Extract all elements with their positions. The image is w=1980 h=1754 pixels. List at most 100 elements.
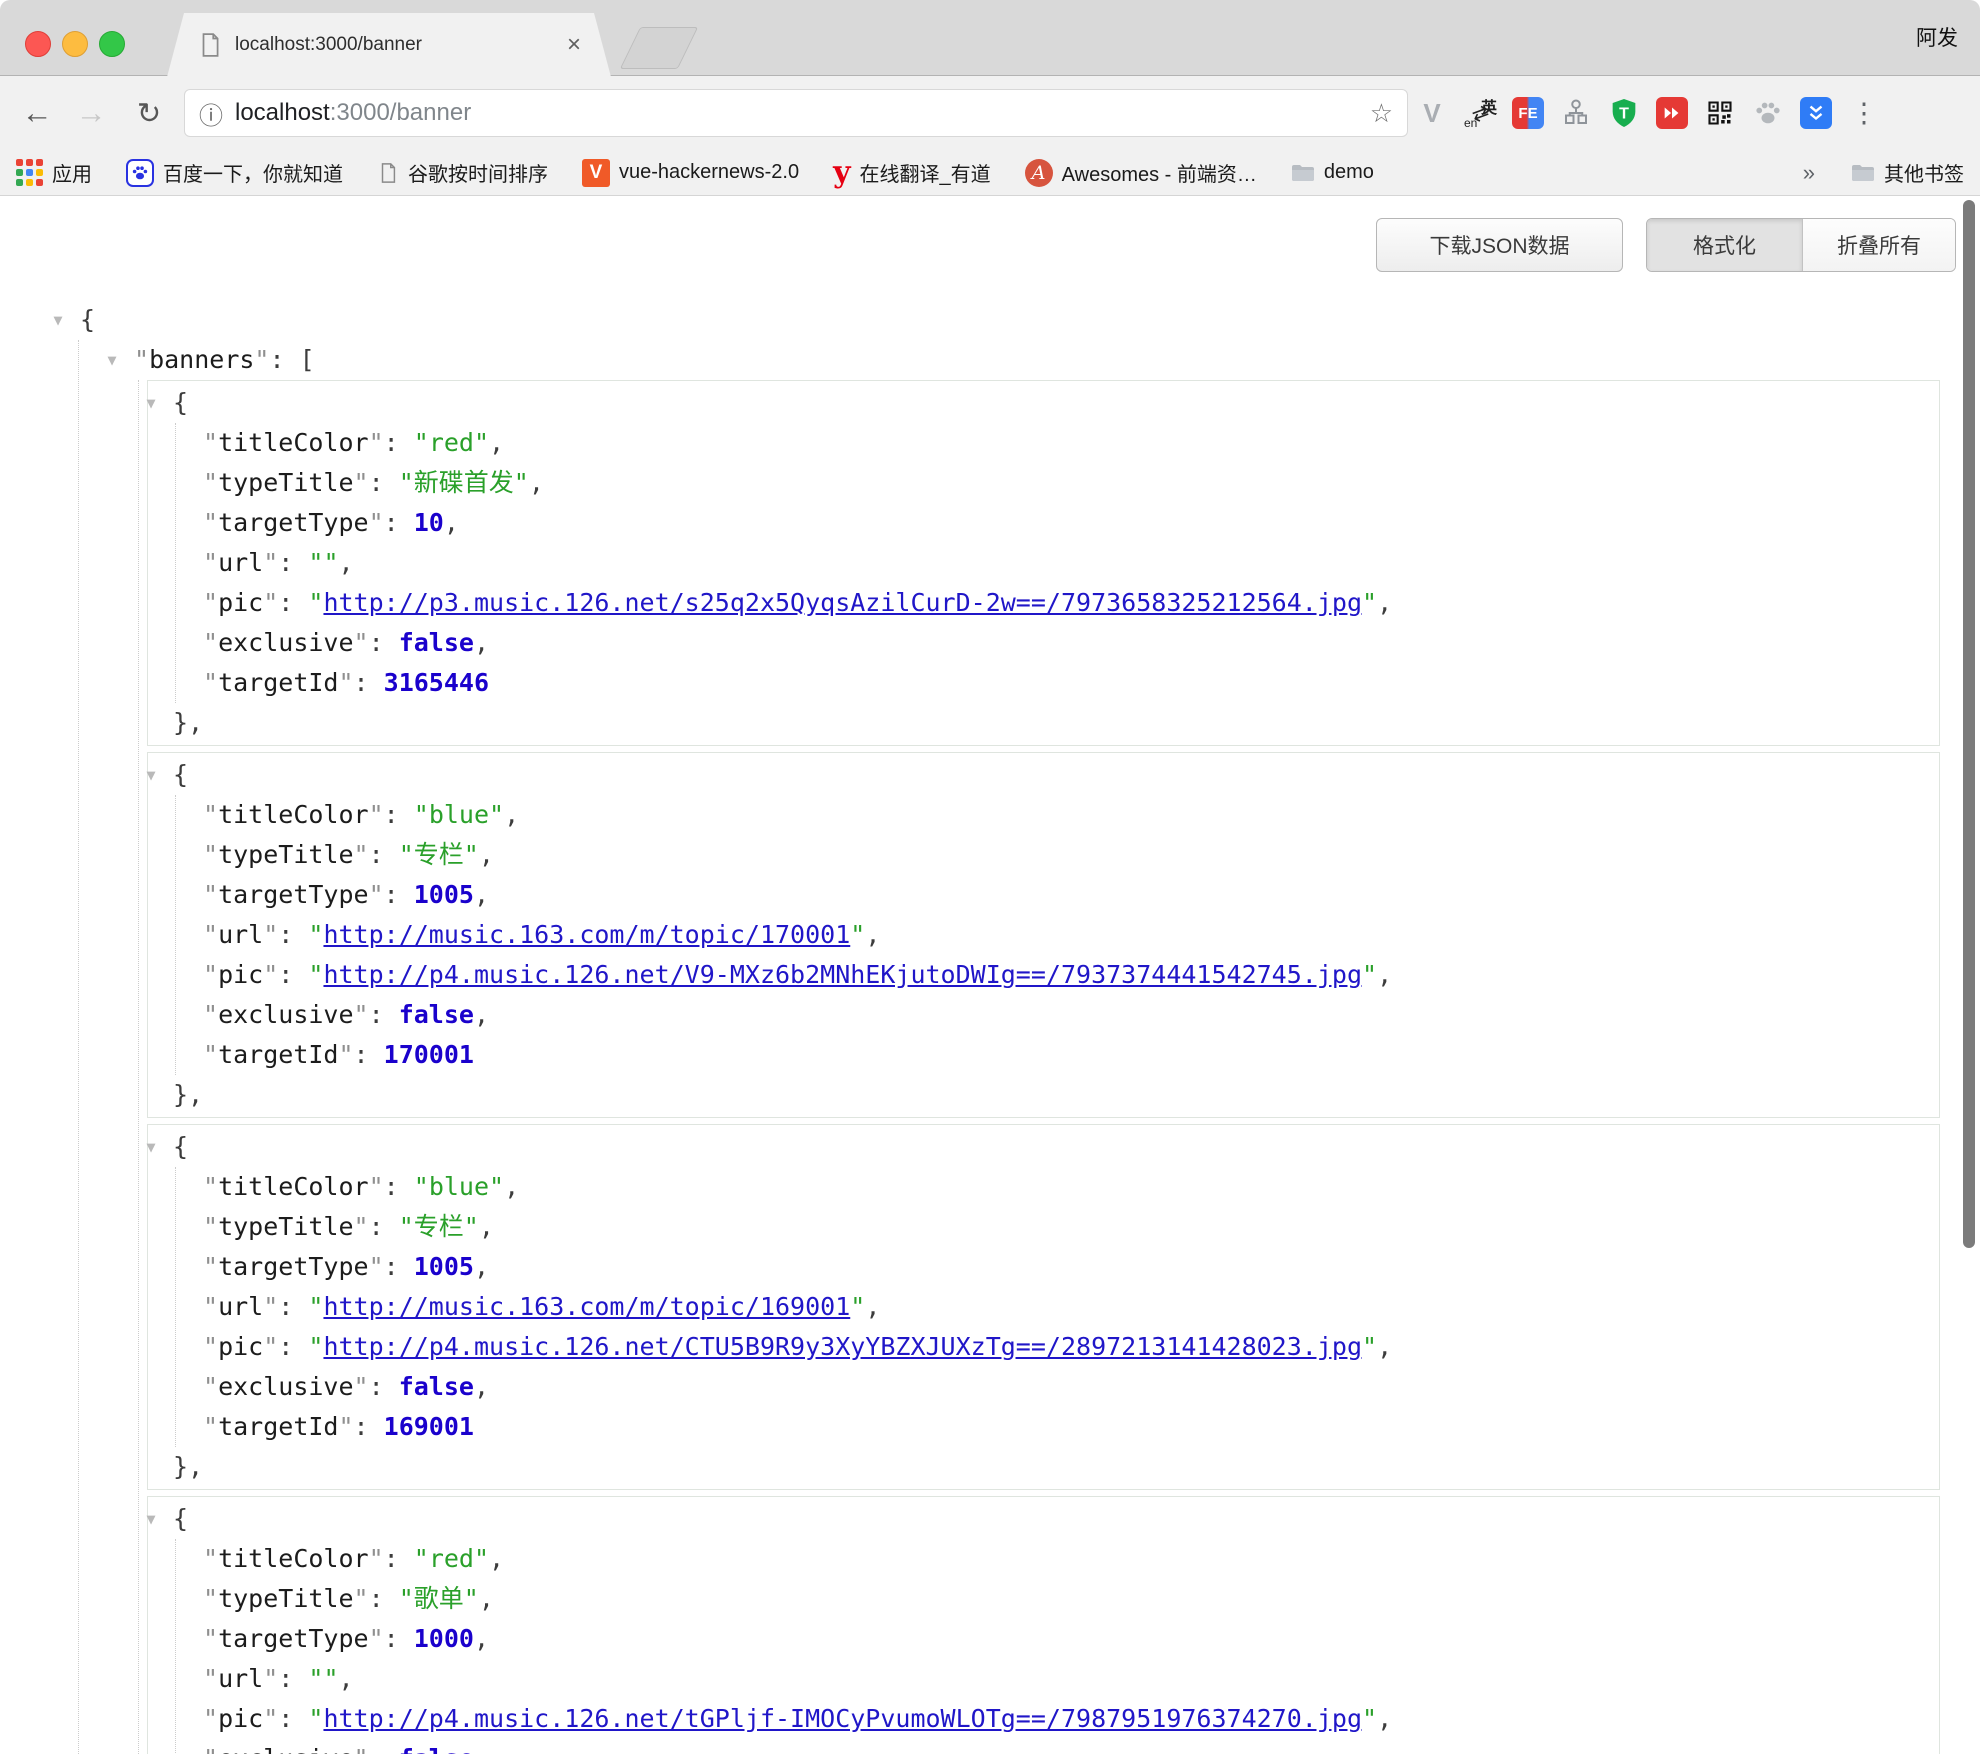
extension-fe[interactable]: FE <box>1508 90 1548 136</box>
collapse-icon[interactable] <box>100 340 124 380</box>
item-open <box>173 1499 1939 1539</box>
page-content: 下载JSON数据 格式化 折叠所有 banners titleColorred … <box>0 196 1980 1754</box>
json-key: typeTitle <box>203 1212 369 1241</box>
collapse-icon[interactable] <box>139 1127 163 1167</box>
page-favicon-icon <box>197 32 223 58</box>
address-bar[interactable]: ⓘ localhost:3000/banner ☆ <box>184 89 1408 137</box>
item-open <box>173 755 1939 795</box>
json-number-value: 1000 <box>414 1624 474 1653</box>
bookmark-youdao[interactable]: y 在线翻译_有道 <box>833 158 991 187</box>
json-property: urlhttp://music.163.com/m/topic/170001 <box>203 915 1939 955</box>
json-key: targetType <box>203 1252 384 1281</box>
json-number-value: 170001 <box>384 1040 474 1069</box>
json-string-value <box>308 1664 338 1693</box>
json-key: titleColor <box>203 428 384 457</box>
tab-strip: localhost:3000/banner × 阿发 <box>0 0 1980 76</box>
window-minimize-button[interactable] <box>62 31 88 57</box>
json-link-value[interactable]: http://music.163.com/m/topic/169001 <box>323 1292 850 1321</box>
extension-baidu-tieba[interactable] <box>1748 90 1788 136</box>
translate-cn-glyph: 英 <box>1481 94 1497 118</box>
back-button[interactable]: ← <box>14 90 60 136</box>
profile-name[interactable]: 阿发 <box>1916 22 1958 52</box>
page-icon <box>377 162 399 184</box>
folder-icon <box>1291 163 1315 183</box>
window-close-button[interactable] <box>25 31 51 57</box>
json-boolean-value: false <box>399 1000 474 1029</box>
json-root-open <box>80 300 1980 340</box>
item-open <box>173 1127 1939 1167</box>
extension-translate[interactable]: ⇄ 英 en <box>1460 90 1500 136</box>
bookmarks-overflow-chevron[interactable]: » <box>1803 160 1815 186</box>
bookmark-baidu[interactable]: 百度一下，你就知道 <box>126 158 343 187</box>
item-close <box>173 703 1939 743</box>
json-string-value <box>308 548 338 577</box>
bookmark-star-icon[interactable]: ☆ <box>1370 98 1393 129</box>
format-button[interactable]: 格式化 <box>1647 219 1803 271</box>
collapse-icon[interactable] <box>139 755 163 795</box>
forward-button[interactable]: → <box>68 90 114 136</box>
json-link-value[interactable]: http://p4.music.126.net/V9-MXz6b2MNhEKju… <box>323 960 1362 989</box>
collapse-icon[interactable] <box>46 300 70 340</box>
item-open <box>173 383 1939 423</box>
vue-icon: V <box>1423 98 1440 129</box>
json-key: typeTitle <box>203 840 369 869</box>
json-key: titleColor <box>203 1544 384 1573</box>
tab-close-icon[interactable]: × <box>567 31 581 59</box>
window-zoom-button[interactable] <box>99 31 125 57</box>
json-link-value[interactable]: http://p3.music.126.net/s25q2x5QyqsAzilC… <box>323 588 1362 617</box>
json-key: pic <box>203 1332 278 1361</box>
json-property: titleColor red <box>203 423 1939 463</box>
new-tab-button[interactable] <box>620 27 698 69</box>
page-info-icon[interactable]: ⓘ <box>199 96 223 131</box>
json-string-value: 新碟首发 <box>399 468 529 497</box>
item-close <box>173 1447 1939 1487</box>
browser-tab[interactable]: localhost:3000/banner × <box>167 13 611 77</box>
bookmark-google-sort[interactable]: 谷歌按时间排序 <box>377 158 548 187</box>
bookmark-vue-hackernews[interactable]: V vue-hackernews-2.0 <box>582 159 799 187</box>
fast-forward-icon <box>1656 97 1688 129</box>
extension-vue-devtools[interactable]: V <box>1412 90 1452 136</box>
bookmark-other-folder[interactable]: 其他书签 <box>1851 158 1964 187</box>
download-json-button[interactable]: 下载JSON数据 <box>1376 218 1623 272</box>
open-brace <box>173 760 188 789</box>
json-key: targetType <box>203 880 384 909</box>
extension-qrcode[interactable] <box>1700 90 1740 136</box>
browser-menu-button[interactable]: ⋮ <box>1844 90 1884 136</box>
bookmark-label: 应用 <box>52 158 92 187</box>
shield-icon: T <box>1608 97 1640 129</box>
json-property: url <box>203 1659 1939 1699</box>
json-property: exclusivefalse <box>203 1367 1939 1407</box>
collapse-icon[interactable] <box>139 383 163 423</box>
bookmark-apps[interactable]: 应用 <box>16 158 92 187</box>
extension-tampermonkey[interactable]: T <box>1604 90 1644 136</box>
scrollbar-thumb[interactable] <box>1963 200 1975 1248</box>
json-property: pic http://p4.music.126.net/CTU5B9R9y3XyY… <box>203 1327 1939 1367</box>
extension-downloader[interactable] <box>1796 90 1836 136</box>
json-link-value[interactable]: http://p4.music.126.net/CTU5B9R9y3XyYBZX… <box>323 1332 1362 1361</box>
bookmark-label: 其他书签 <box>1884 158 1964 187</box>
json-property: pichttp://p3.music.126.net/s25q2x5QyqsAz… <box>203 583 1939 623</box>
extension-orgchart[interactable] <box>1556 90 1596 136</box>
bookmark-label: 在线翻译_有道 <box>860 158 991 187</box>
json-link-value[interactable]: http://music.163.com/m/topic/170001 <box>323 920 850 949</box>
bookmark-folder-demo[interactable]: demo <box>1291 161 1374 184</box>
json-string-value: red <box>414 1544 489 1573</box>
collapse-all-button[interactable]: 折叠所有 <box>1803 219 1955 271</box>
json-string-value: red <box>414 428 489 457</box>
paw-icon <box>1753 98 1783 128</box>
collapse-icon[interactable] <box>139 1499 163 1539</box>
bookmark-label: Awesomes - 前端资… <box>1062 158 1257 187</box>
json-link-value[interactable]: http://p4.music.126.net/tGPljf-IMOCyPvum… <box>323 1704 1362 1733</box>
extension-video-speed[interactable] <box>1652 90 1692 136</box>
awesomes-a-icon: A <box>1025 159 1053 187</box>
json-string-value: 专栏 <box>399 840 479 869</box>
json-property: targetType10 <box>203 503 1939 543</box>
bookmark-awesomes[interactable]: A Awesomes - 前端资… <box>1025 158 1257 187</box>
json-property: targetId170001 <box>203 1035 1939 1075</box>
json-property: typeTitle 专栏 <box>203 835 1939 875</box>
reload-button[interactable]: ↻ <box>126 90 172 136</box>
json-key: typeTitle <box>203 1584 369 1613</box>
json-key: exclusive <box>203 1372 369 1401</box>
close-brace <box>173 1452 203 1481</box>
json-key: exclusive <box>203 1000 369 1029</box>
